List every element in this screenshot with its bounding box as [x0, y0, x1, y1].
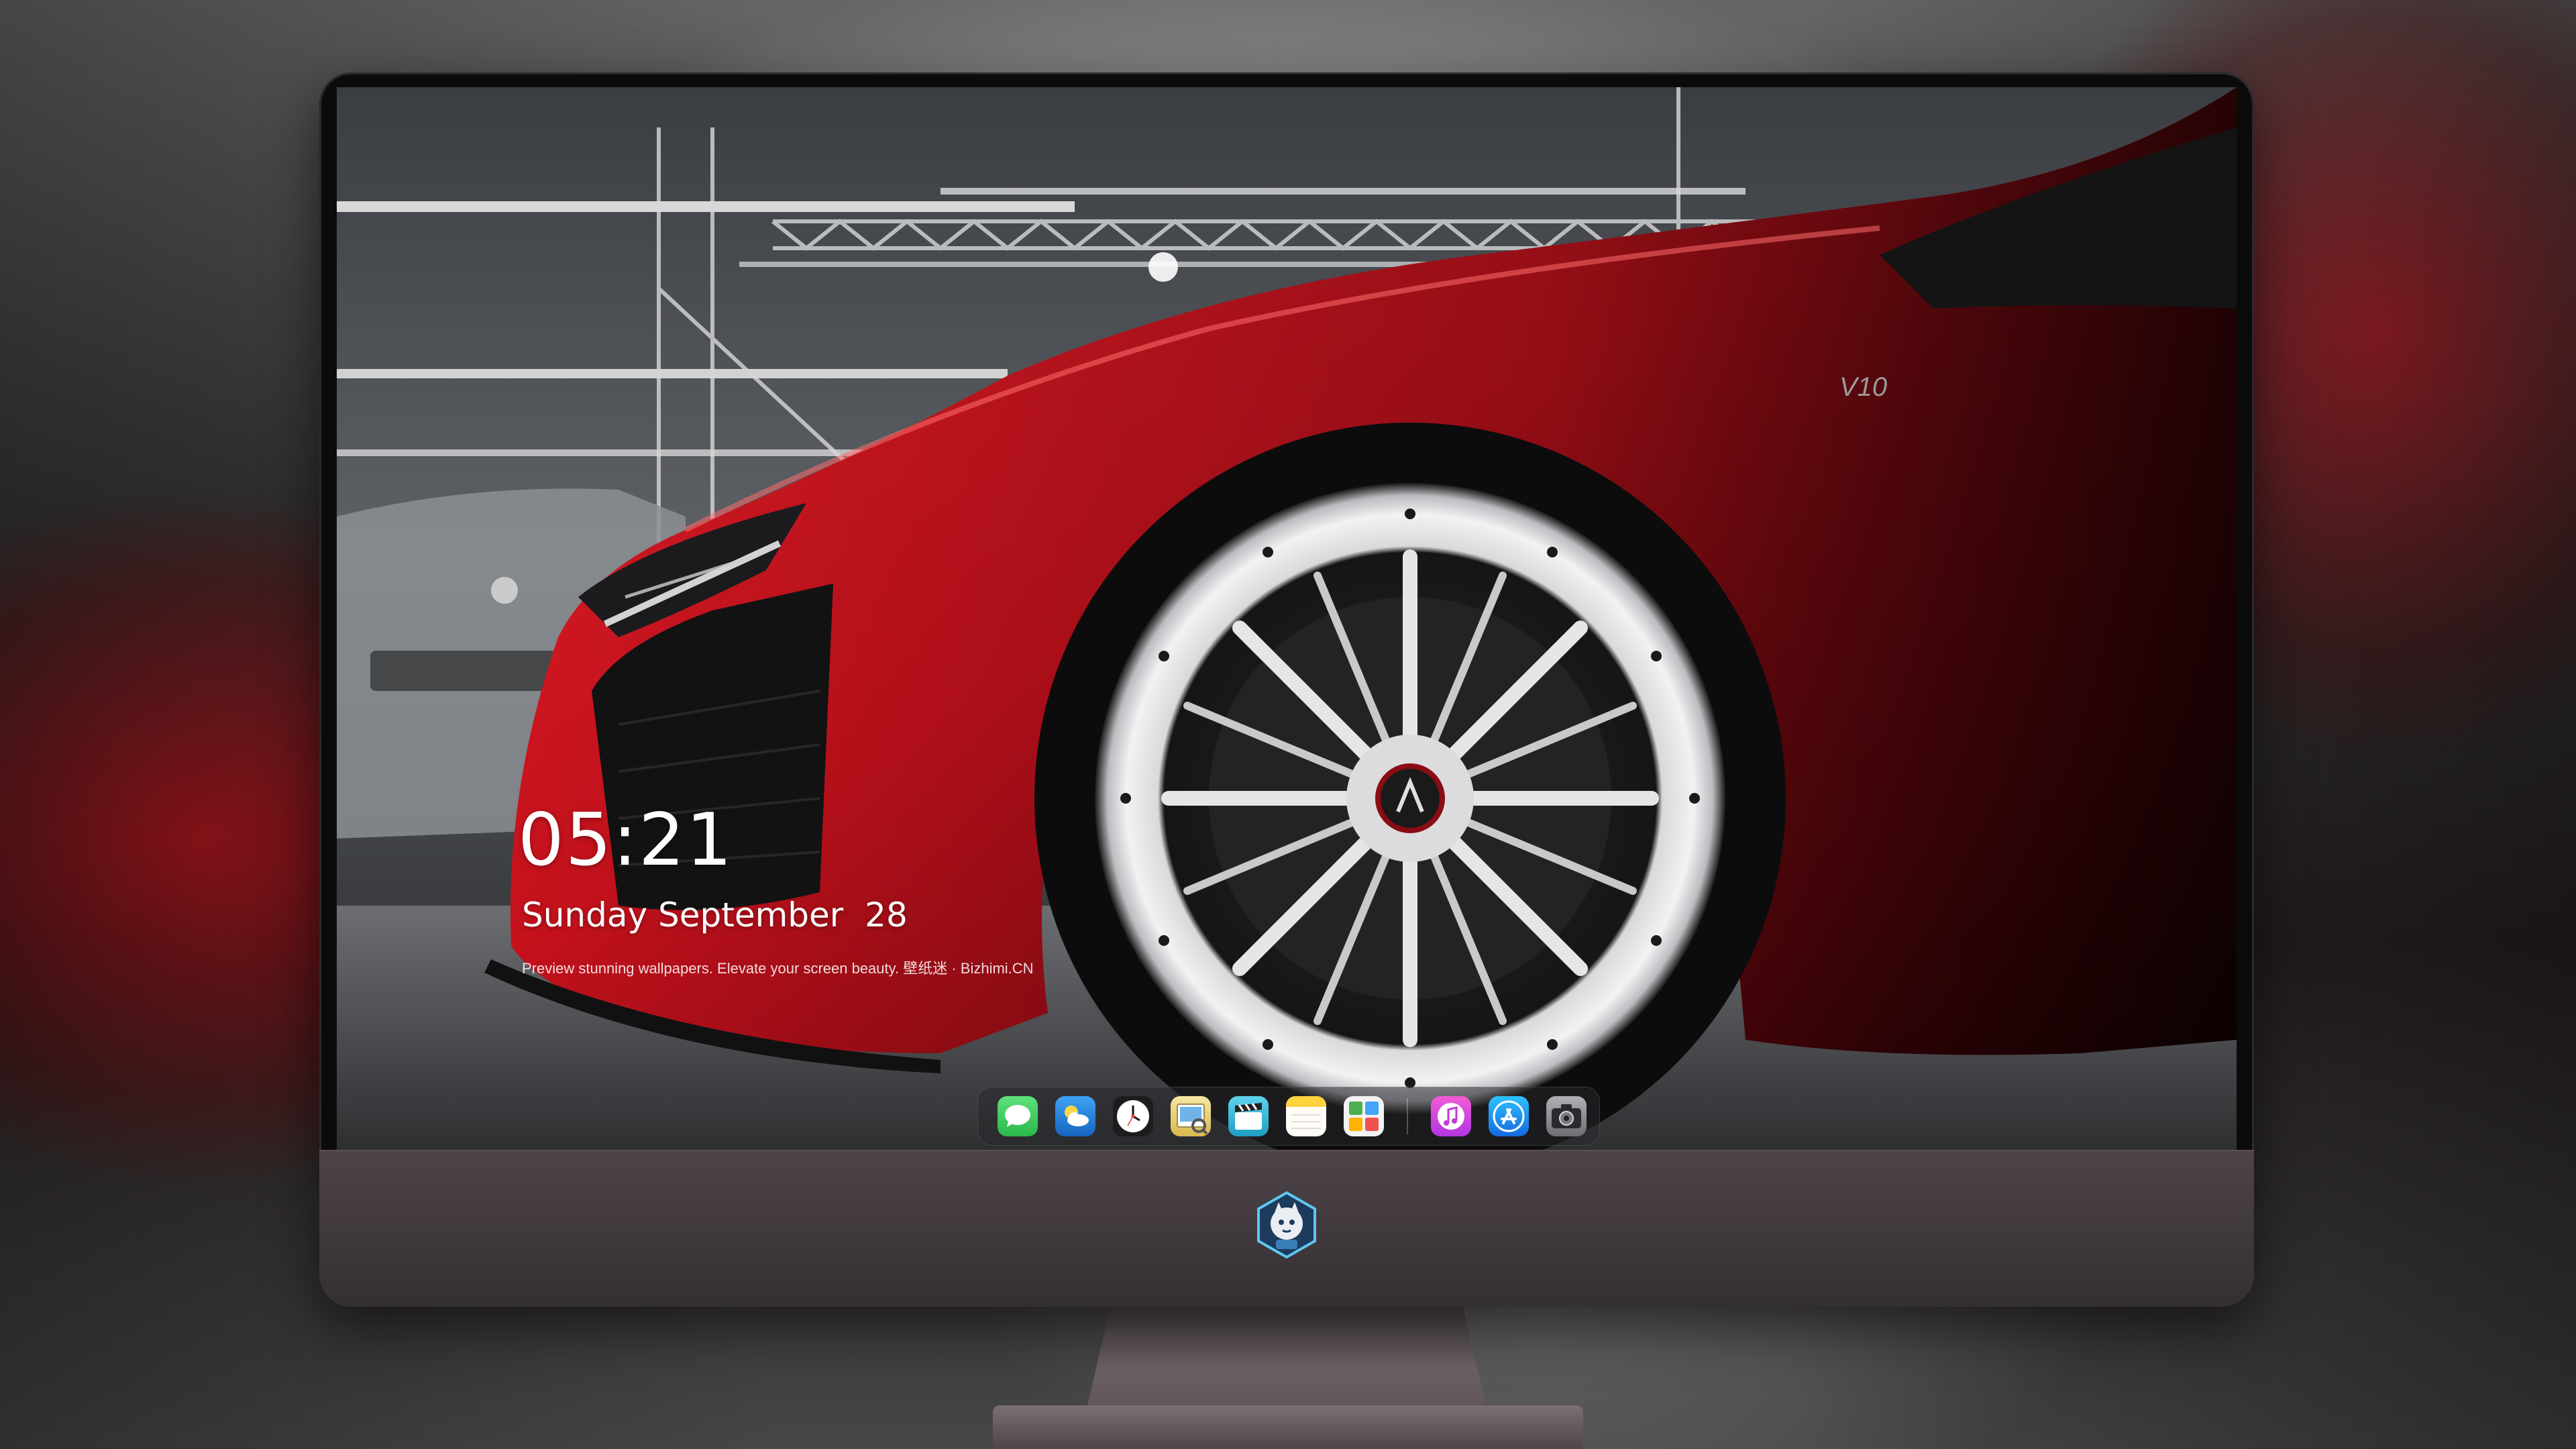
dock-separator	[1407, 1098, 1408, 1134]
brand-logo	[1257, 1191, 1316, 1259]
lock-screen-clock: 05:21	[518, 798, 734, 882]
app-store-icon[interactable]	[1489, 1096, 1529, 1136]
dock	[977, 1087, 1600, 1146]
screen: V10 05:21 Sunday September 28 Preview st…	[337, 87, 2237, 1152]
notes-icon[interactable]	[1286, 1096, 1326, 1136]
monitor-chin	[319, 1150, 2254, 1307]
monitor: V10 05:21 Sunday September 28 Preview st…	[319, 72, 2254, 1307]
blurred-background: V10 05:21 Sunday September 28 Preview st…	[0, 0, 2576, 1449]
music-icon[interactable]	[1431, 1096, 1471, 1136]
weather-icon[interactable]	[1055, 1096, 1095, 1136]
car-badge-text: V10	[1839, 372, 1887, 402]
lock-screen-tagline: Preview stunning wallpapers. Elevate you…	[522, 960, 1034, 977]
wallpaper: V10	[337, 87, 2237, 1152]
monitor-stand-base	[993, 1405, 1583, 1449]
clips-icon[interactable]	[1228, 1096, 1269, 1136]
photos-grid-icon[interactable]	[1344, 1096, 1384, 1136]
preview-icon[interactable]	[1171, 1096, 1211, 1136]
lock-screen-date: Sunday September 28	[522, 896, 908, 934]
camera-icon[interactable]	[1546, 1096, 1587, 1136]
messages-icon[interactable]	[998, 1096, 1038, 1136]
clock-icon[interactable]	[1113, 1096, 1153, 1136]
